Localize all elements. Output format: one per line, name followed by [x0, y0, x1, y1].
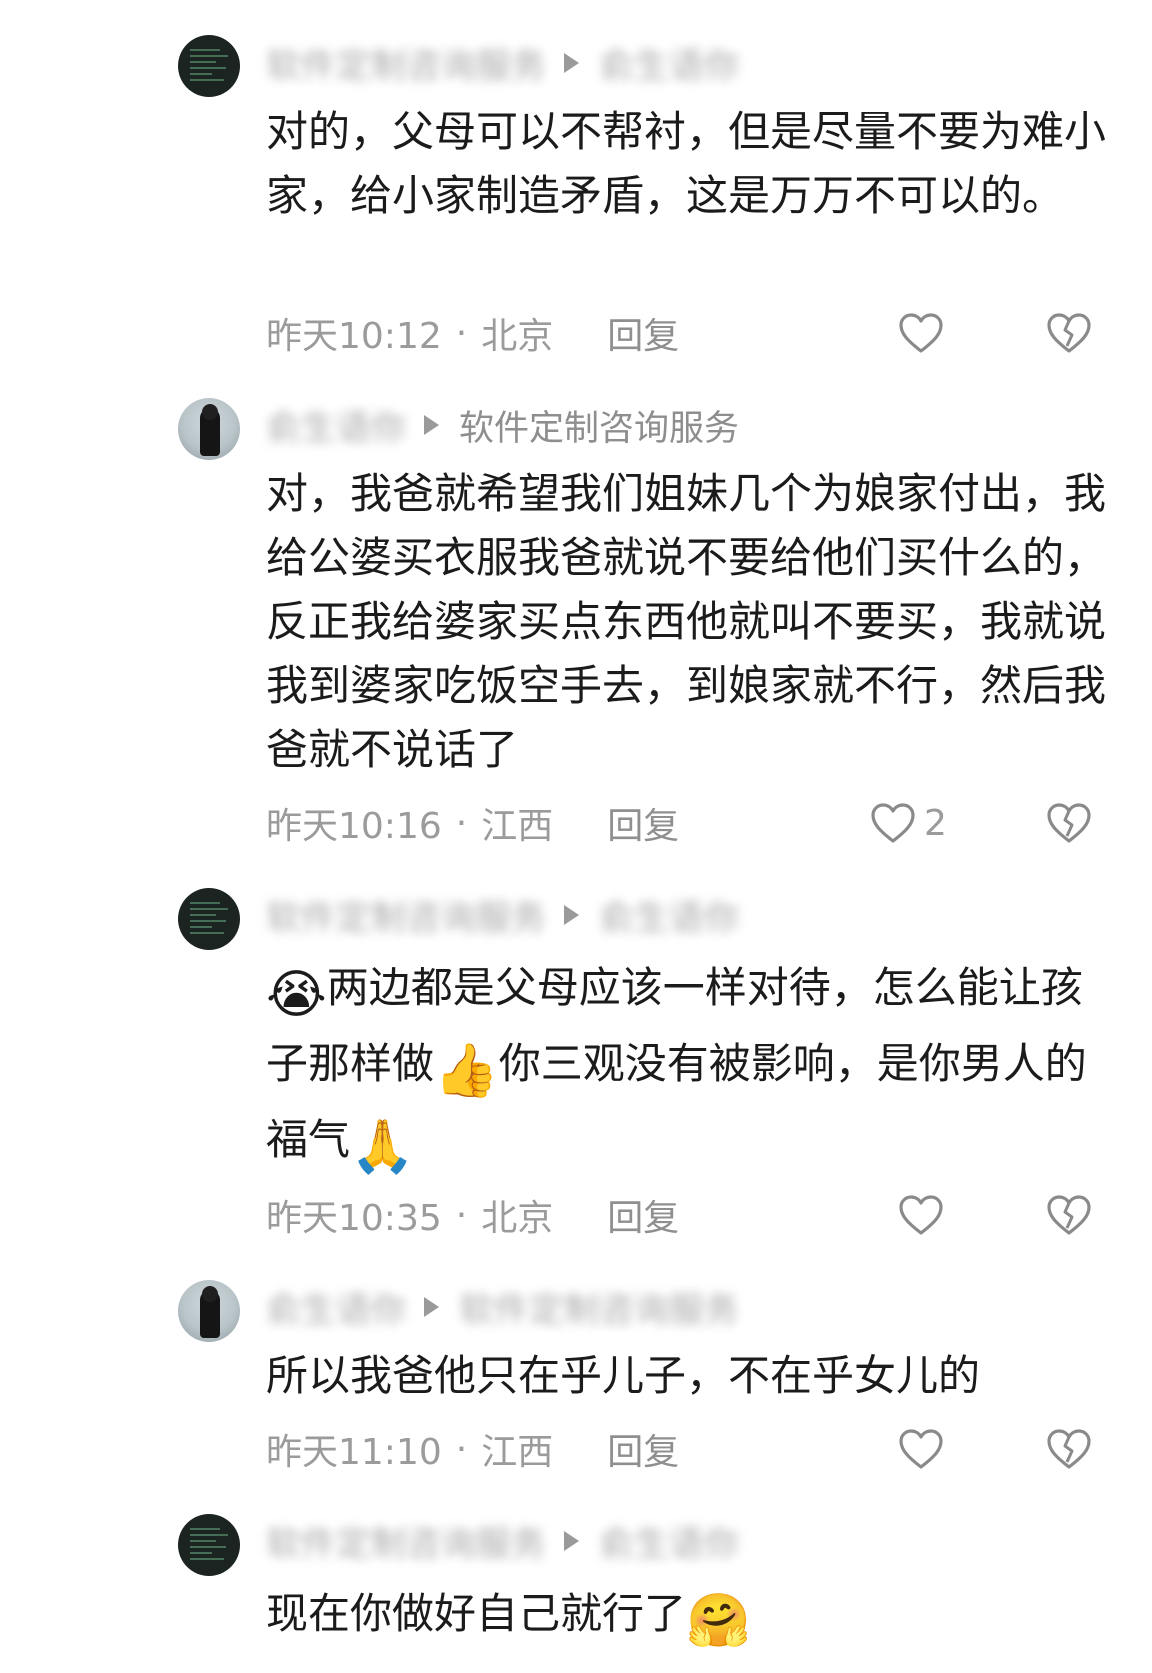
avatar[interactable] — [178, 888, 240, 950]
comment-header: 软件定制咨询服务 俞生语你 — [266, 890, 739, 940]
dot-separator: · — [455, 312, 468, 354]
comment-header: 软件定制咨询服务 俞生语你 — [266, 38, 739, 88]
dot-separator: · — [455, 802, 468, 844]
heart-outline-icon — [898, 312, 944, 354]
comment-text: 所以我爸他只在乎儿子，不在乎女儿的 — [266, 1351, 981, 1400]
avatar[interactable] — [178, 35, 240, 97]
crying-laughing-emoji: 😭 — [266, 965, 327, 1025]
comment-text: 对的，父母可以不帮衬，但是尽量不要为难小家，给小家制造矛盾，这是万万不可以的。 — [266, 107, 1107, 220]
reply-to-name[interactable]: 软件定制咨询服务 — [459, 400, 739, 451]
heart-outline-icon — [870, 802, 916, 844]
heart-outline-icon — [898, 1194, 944, 1236]
broken-heart-icon — [1046, 1194, 1092, 1236]
praying-hands-emoji: 🙏 — [350, 1117, 415, 1177]
comment-meta: 昨天10:16 · 江西 回复 — [266, 796, 679, 850]
comment-text: 对，我爸就希望我们姐妹几个为娘家付出，我给公婆买衣服我爸就说不要给他们买什么的，… — [266, 469, 1107, 774]
reply-button[interactable]: 回复 — [607, 797, 679, 849]
location: 江西 — [481, 806, 554, 847]
dislike-button[interactable] — [1046, 796, 1092, 850]
timestamp: 昨天10:16 — [266, 806, 442, 847]
hugging-face-emoji: 🤗 — [686, 1591, 751, 1651]
author-name[interactable]: 俞生语你 — [266, 400, 406, 451]
comment-meta: 昨天10:35 · 北京 回复 — [266, 1188, 679, 1242]
timestamp: 昨天11:10 — [266, 1432, 442, 1473]
play-arrow-icon — [564, 905, 580, 925]
author-name[interactable]: 软件定制咨询服务 — [266, 38, 546, 89]
reply-to-name[interactable]: 俞生语你 — [599, 1516, 739, 1567]
comment-text: 😭两边都是父母应该一样对待，怎么能让孩子那样做👍你三观没有被影响，是你男人的福气… — [266, 950, 1106, 1178]
heart-outline-icon — [898, 1428, 944, 1470]
comment-text: 现在你做好自己就行了🤗 — [266, 1576, 1106, 1652]
broken-heart-icon — [1046, 802, 1092, 844]
dislike-button[interactable] — [1046, 1422, 1092, 1476]
location: 江西 — [481, 1432, 554, 1473]
play-arrow-icon — [564, 1531, 580, 1551]
dislike-button[interactable] — [1046, 306, 1092, 360]
reply-button[interactable]: 回复 — [607, 1189, 679, 1241]
avatar[interactable] — [178, 398, 240, 460]
author-name[interactable]: 软件定制咨询服务 — [266, 1516, 546, 1567]
reply-to-name[interactable]: 俞生语你 — [599, 890, 739, 941]
comment-header: 俞生语你 软件定制咨询服务 — [266, 1282, 739, 1332]
play-arrow-icon — [424, 1297, 440, 1317]
author-name[interactable]: 俞生语你 — [266, 1282, 406, 1333]
play-arrow-icon — [424, 415, 440, 435]
comment-text-part: 现在你做好自己就行了 — [266, 1589, 687, 1638]
thumbs-up-emoji: 👍 — [434, 1041, 499, 1101]
comment-header: 俞生语你 软件定制咨询服务 — [266, 400, 739, 450]
author-name[interactable]: 软件定制咨询服务 — [266, 890, 546, 941]
reply-to-name[interactable]: 俞生语你 — [599, 38, 739, 89]
like-button[interactable] — [898, 306, 952, 360]
location: 北京 — [481, 1198, 554, 1239]
timestamp: 昨天10:35 — [266, 1198, 442, 1239]
like-button[interactable]: 2 — [870, 796, 947, 850]
like-button[interactable] — [898, 1188, 952, 1242]
reply-button[interactable]: 回复 — [607, 307, 679, 359]
play-arrow-icon — [564, 53, 580, 73]
like-count: 2 — [924, 802, 947, 844]
dot-separator: · — [455, 1194, 468, 1236]
reply-to-name[interactable]: 软件定制咨询服务 — [459, 1282, 739, 1333]
comment-meta: 昨天10:12 · 北京 回复 — [266, 306, 679, 360]
avatar[interactable] — [178, 1280, 240, 1342]
reply-button[interactable]: 回复 — [607, 1423, 679, 1475]
comment-header: 软件定制咨询服务 俞生语你 — [266, 1516, 739, 1566]
dot-separator: · — [455, 1428, 468, 1470]
location: 北京 — [481, 316, 554, 357]
dislike-button[interactable] — [1046, 1188, 1092, 1242]
timestamp: 昨天10:12 — [266, 316, 442, 357]
broken-heart-icon — [1046, 312, 1092, 354]
like-button[interactable] — [898, 1422, 952, 1476]
avatar[interactable] — [178, 1514, 240, 1576]
broken-heart-icon — [1046, 1428, 1092, 1470]
comment-meta: 昨天11:10 · 江西 回复 — [266, 1422, 679, 1476]
